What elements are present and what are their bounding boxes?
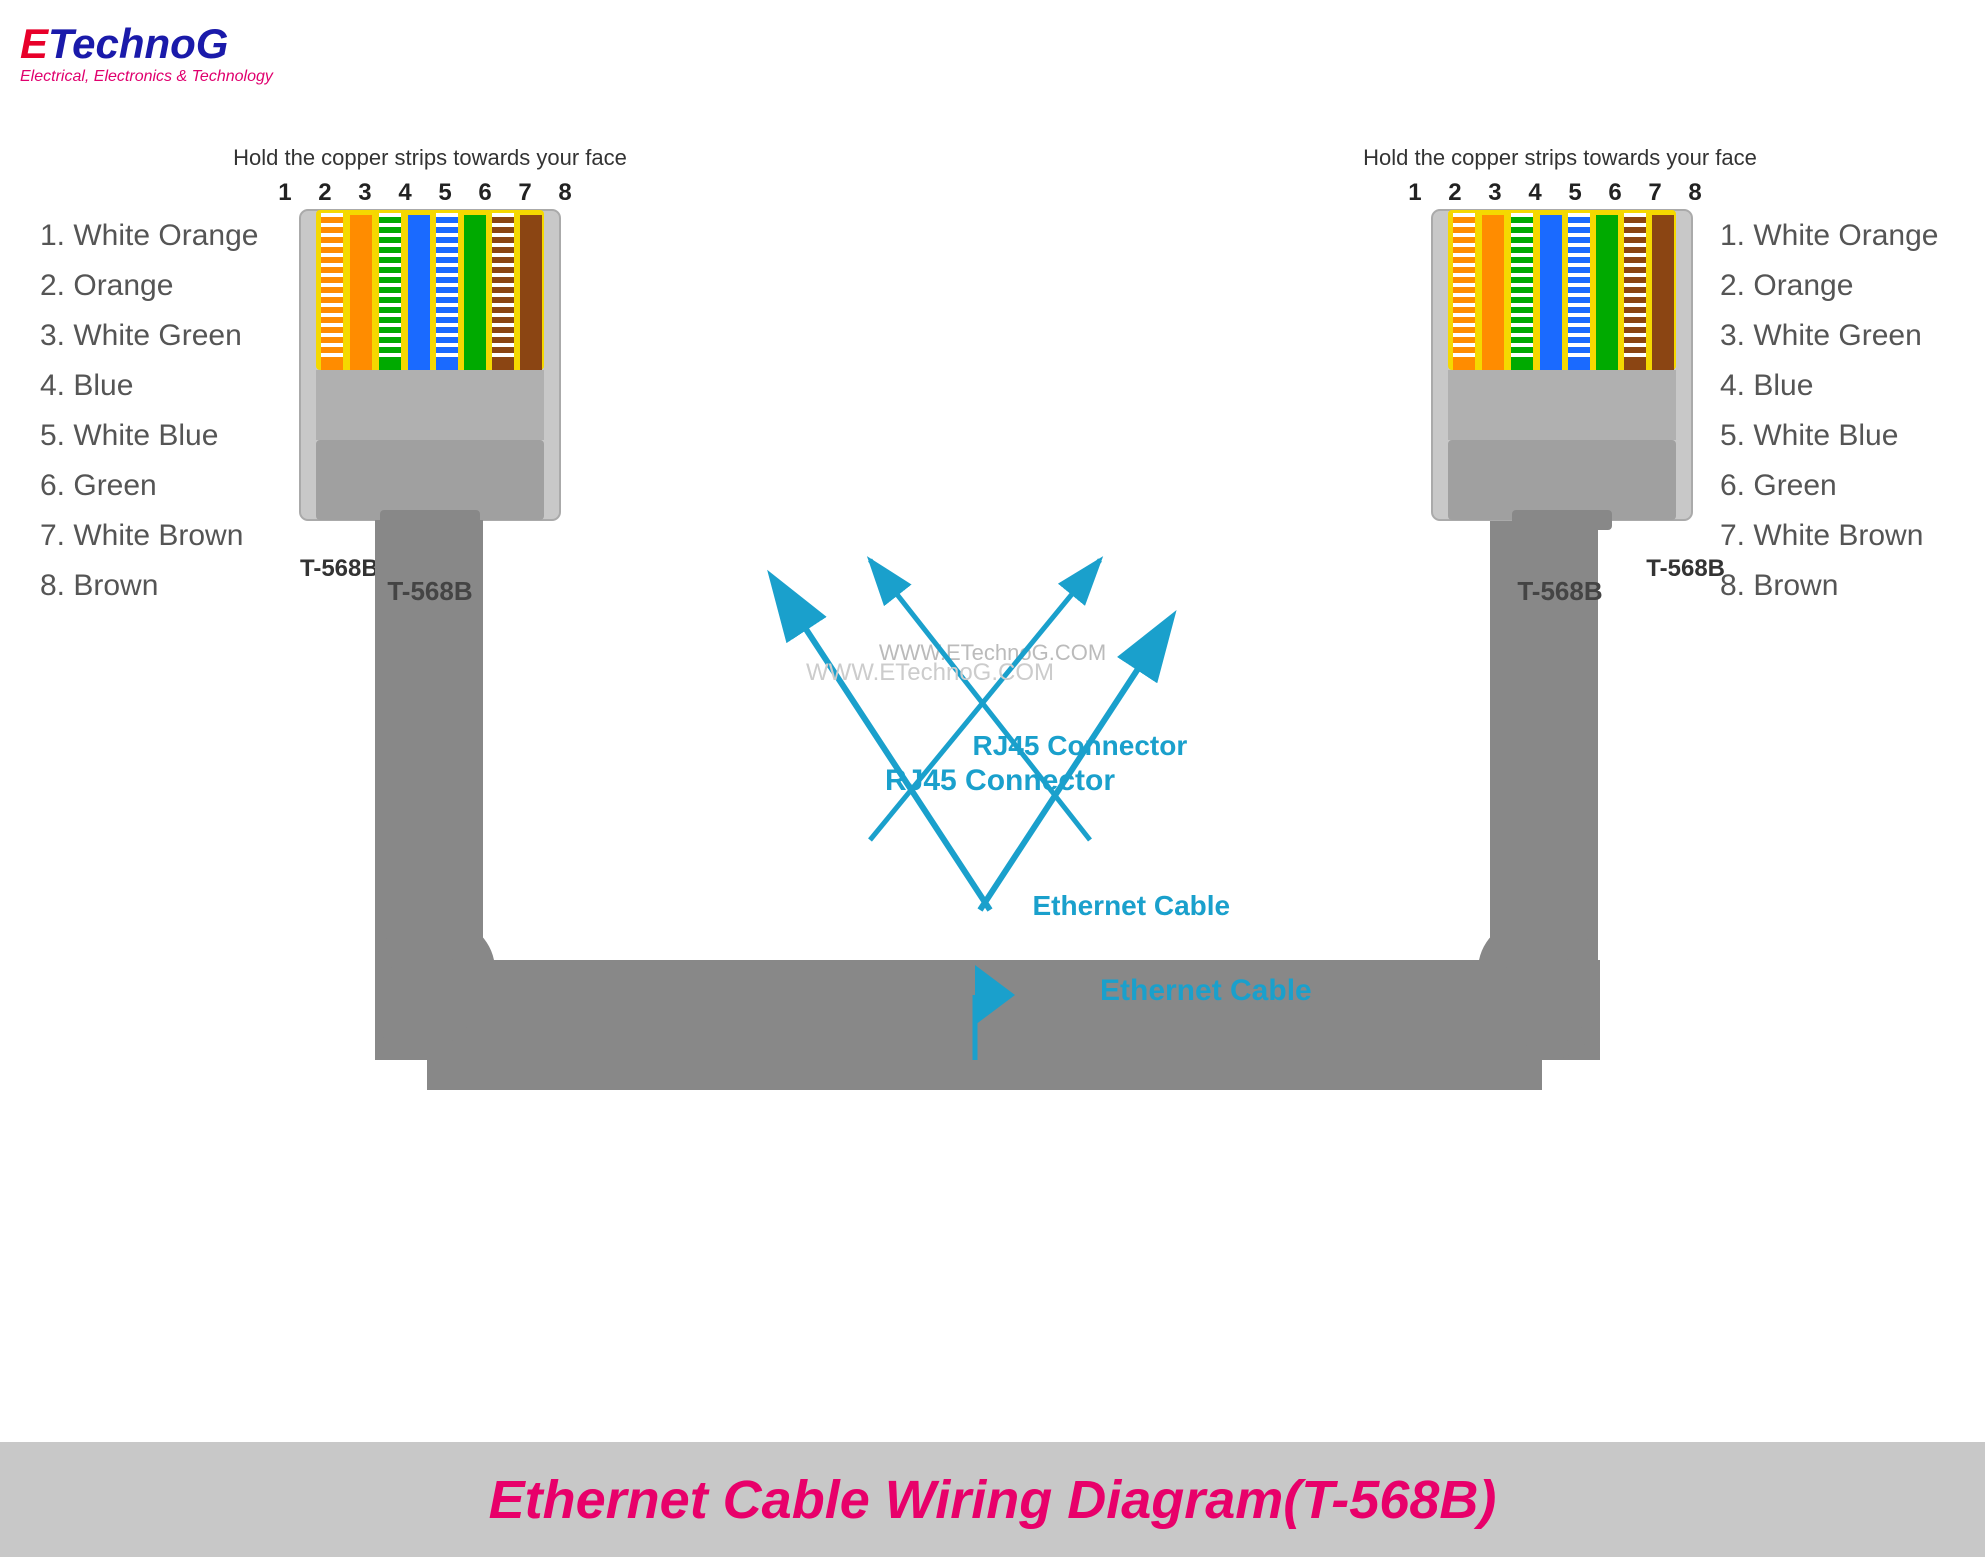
connector-bottom-left <box>316 440 544 520</box>
ethernet-text: Ethernet Cable <box>1100 974 1312 1007</box>
wire2-right <box>1482 215 1504 370</box>
pin-numbers-right: 1 2 3 4 5 6 7 8 <box>1408 179 1711 206</box>
bottom-banner: Ethernet Cable Wiring Diagram(T-568B) <box>0 1442 1985 1557</box>
t568b-left-text: T-568B <box>387 576 472 606</box>
connector-latch-right <box>1512 510 1612 530</box>
wire6-right <box>1596 215 1618 370</box>
label-left-4: 4. Blue <box>40 369 133 402</box>
banner-text: Ethernet Cable Wiring Diagram(T-568B) <box>489 1469 1497 1531</box>
label-left-7: 7. White Brown <box>40 519 243 552</box>
hold-text-right: Hold the copper strips towards your face <box>1363 145 1757 170</box>
rj45-text: RJ45 Connector <box>885 764 1115 797</box>
label-left-8: 8. Brown <box>40 569 158 602</box>
wire4-left <box>408 215 430 370</box>
label-right-7: 7. White Brown <box>1720 519 1923 552</box>
hold-text-left: Hold the copper strips towards your face <box>233 145 627 170</box>
label-right-6: 6. Green <box>1720 469 1837 502</box>
label-right-2: 2. Orange <box>1720 269 1853 302</box>
wire6-left <box>464 215 486 370</box>
label-left-1: 1. White Orange <box>40 219 258 252</box>
connector-mid-left <box>316 370 544 440</box>
watermark-svg: WWW.ETechnoG.COM <box>806 659 1054 686</box>
label-right-4: 4. Blue <box>1720 369 1813 402</box>
label-right-5: 5. White Blue <box>1720 419 1898 452</box>
t568b-right-text: T-568B <box>1517 576 1602 606</box>
connector-mid-right <box>1448 370 1676 440</box>
label-right-8: 8. Brown <box>1720 569 1838 602</box>
label-left-5: 5. White Blue <box>40 419 218 452</box>
wire2-left <box>350 215 372 370</box>
pin-numbers-left: 1 2 3 4 5 6 7 8 <box>278 179 581 206</box>
label-left-3: 3. White Green <box>40 319 242 352</box>
label-left-6: 6. Green <box>40 469 157 502</box>
wire8-left <box>520 215 542 370</box>
label-right-1: 1. White Orange <box>1720 219 1938 252</box>
label-left-2: 2. Orange <box>40 269 173 302</box>
connector-bottom-right <box>1448 440 1676 520</box>
wire8-right <box>1652 215 1674 370</box>
diagram-svg: Hold the copper strips towards your face… <box>0 0 1985 1440</box>
cable-horizontal-bottom <box>427 1000 1542 1090</box>
wire4-right <box>1540 215 1562 370</box>
label-right-3: 3. White Green <box>1720 319 1922 352</box>
